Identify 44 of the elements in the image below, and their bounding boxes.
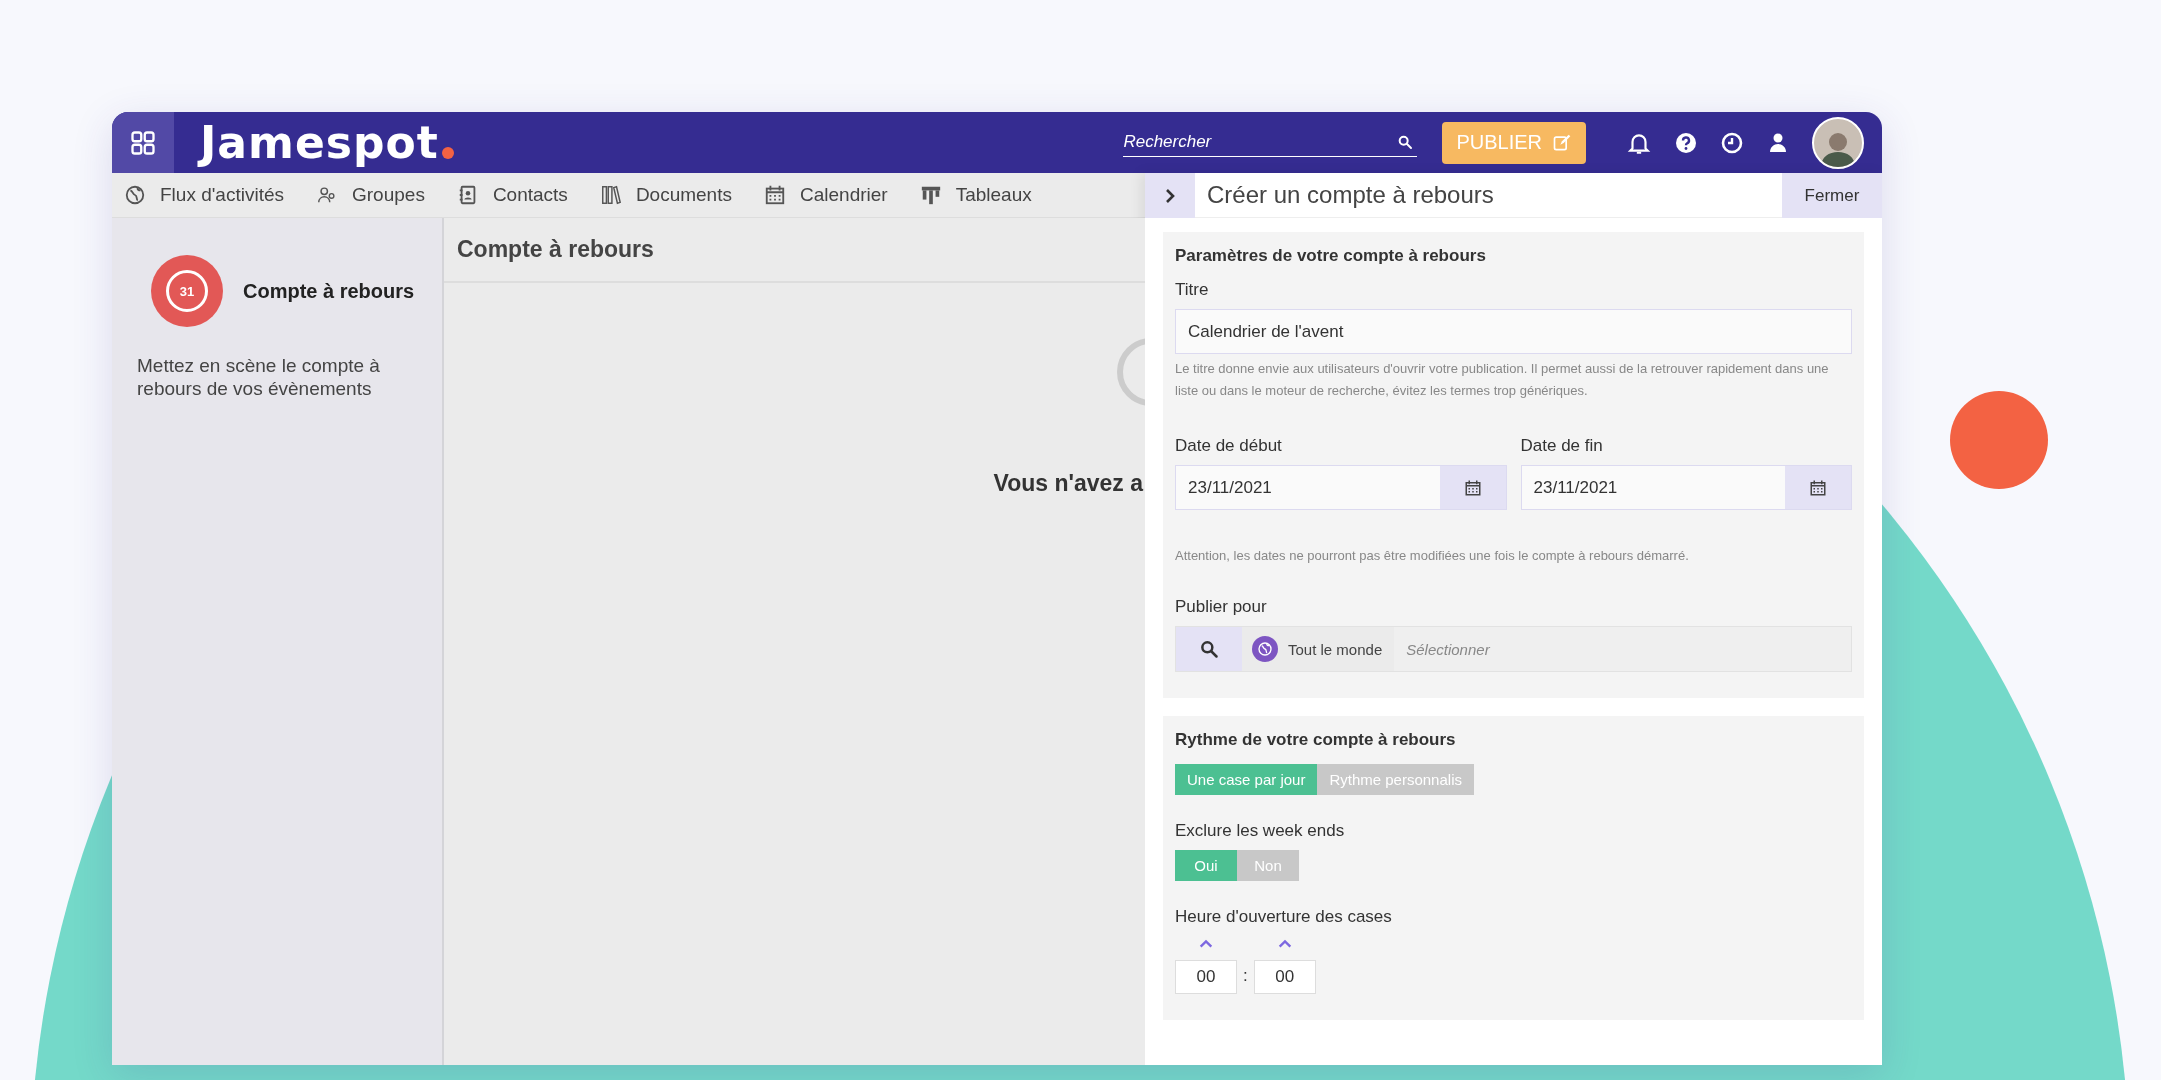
page-title: Compte à rebours (444, 218, 1145, 283)
apps-icon (129, 128, 157, 157)
search-field[interactable]: Rechercher (1123, 132, 1398, 152)
edit-icon (1552, 132, 1572, 153)
title-field[interactable]: Calendrier de l'avent (1175, 309, 1852, 354)
apps-menu-button[interactable] (112, 112, 174, 173)
close-button[interactable]: Fermer (1782, 173, 1882, 218)
nav-link[interactable]: Documents (599, 184, 732, 206)
clock-icon[interactable] (1720, 130, 1744, 155)
nav-link[interactable]: Tableaux (919, 184, 1032, 206)
app-description: Mettez en scène le compte à rebours de vos évènements (137, 355, 381, 401)
books-icon (599, 184, 622, 206)
field-label: Publier pour (1175, 597, 1268, 617)
field-label: Exclure les week ends (1175, 821, 1346, 841)
field-label: Titre (1175, 280, 1210, 300)
time-separator: : (1243, 966, 1248, 987)
calendar-icon (764, 184, 786, 206)
nav-link[interactable]: Groupes (316, 184, 425, 206)
section-heading: Rythme de votre compte à rebours (1175, 730, 1457, 750)
globe-icon (124, 184, 146, 206)
nav-link[interactable]: Flux d'activités (124, 184, 284, 206)
audience-tag[interactable]: Tout le monde (1242, 627, 1395, 671)
panel-title: Créer un compte à rebours (1195, 173, 1782, 218)
nav-link[interactable]: Calendrier (764, 184, 888, 206)
board-icon (919, 184, 942, 206)
empty-state-message: Vous n'avez a (993, 470, 1143, 497)
section-heading: Paramètres de votre compte à rebours (1175, 246, 1487, 266)
search-button[interactable] (1176, 627, 1242, 671)
help-icon[interactable] (1674, 130, 1698, 155)
field-hint: Le titre donne envie aux utilisateurs d'ouvrir votre publication. Il permet aussi de la retrouver rapidement dans une liste ou dans le moteur de recherche, évitez les termes trop génériques. (1175, 360, 1830, 400)
search-icon (1199, 639, 1219, 659)
app-title: Compte à rebours (243, 279, 415, 303)
audience-field[interactable]: Tout le monde Sélectionner (1175, 626, 1852, 672)
field-label: Date de début (1175, 436, 1283, 456)
hours-field[interactable]: 00 (1175, 960, 1237, 994)
field-label: Date de fin (1520, 436, 1604, 456)
minutes-field[interactable]: 00 (1253, 960, 1316, 994)
field-label: Heure d'ouverture des cases (1175, 907, 1393, 927)
avatar[interactable] (1812, 116, 1864, 169)
search-icon[interactable] (1397, 134, 1414, 150)
stopwatch-badge: 31 (151, 255, 223, 327)
nav-link[interactable]: Contacts (456, 184, 568, 206)
warning-text: Attention, les dates ne pourront pas être modifiées une fois le compte à rebours démarré. (1175, 548, 1690, 563)
globe-icon (1252, 636, 1278, 662)
